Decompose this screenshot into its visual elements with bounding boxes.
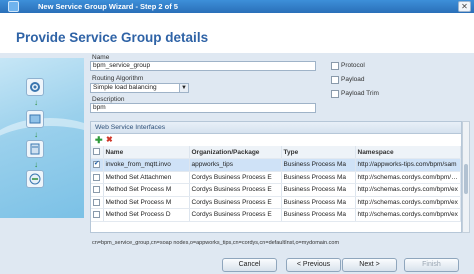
- payload-label: Payload: [341, 76, 365, 83]
- row-select-cell[interactable]: [91, 171, 104, 184]
- arrow-down-icon: ↓: [34, 130, 38, 139]
- gear-node-icon: [26, 78, 44, 96]
- row-checkbox[interactable]: [93, 198, 100, 206]
- row-type: Business Process Ma: [281, 208, 356, 222]
- arrow-down-icon: ↓: [34, 160, 38, 169]
- payload-checkbox[interactable]: [331, 76, 339, 84]
- row-namespace: http://schemas.cordys.com/bpm/ex: [355, 183, 461, 197]
- row-namespace: http://schemas.cordys.com/bpm/att: [355, 171, 461, 184]
- panel-toolbar: ✚ ✖: [91, 134, 461, 146]
- cancel-button[interactable]: Cancel: [222, 258, 277, 272]
- description-field[interactable]: bpm: [90, 103, 316, 113]
- row-name: Method Set Attachmen: [103, 171, 190, 184]
- row-org: appworks_tips: [189, 158, 282, 172]
- row-name: Method Set Process M: [103, 196, 190, 209]
- routing-select[interactable]: Simple load balancing ▼: [90, 83, 189, 93]
- window-title: New Service Group Wizard - Step 2 of 5: [38, 2, 178, 11]
- column-header-type[interactable]: Type: [281, 146, 356, 159]
- table-header-row: Name Organization/Package Type Namespace: [91, 146, 461, 159]
- row-namespace: http://appworks-tips.com/bpm/sam: [355, 158, 461, 172]
- row-checkbox[interactable]: [93, 211, 100, 219]
- row-type: Business Process Ma: [281, 183, 356, 197]
- routing-label: Routing Algorithm: [92, 75, 144, 82]
- next-button[interactable]: Next >: [342, 258, 397, 272]
- row-checkbox[interactable]: [93, 159, 100, 169]
- page-title: Provide Service Group details: [16, 30, 209, 45]
- description-label: Description: [92, 96, 125, 103]
- payload-trim-label: Payload Trim: [341, 90, 379, 97]
- protocol-label: Protocol: [341, 62, 365, 69]
- server-node-icon: [26, 140, 44, 158]
- routing-value: Simple load balancing: [93, 84, 157, 91]
- select-all-cell[interactable]: [91, 146, 104, 159]
- page-header: Provide Service Group details: [0, 13, 474, 53]
- title-bar: New Service Group Wizard - Step 2 of 5 ✕: [0, 0, 474, 13]
- row-select-cell[interactable]: [91, 183, 104, 197]
- row-name: invoke_from_mqtt.invo: [103, 158, 190, 172]
- table-row[interactable]: invoke_from_mqtt.invo appworks_tips Busi…: [91, 158, 461, 172]
- close-icon[interactable]: ✕: [458, 1, 471, 12]
- row-select-cell[interactable]: [91, 208, 104, 222]
- table-row[interactable]: Method Set Process M Cordys Business Pro…: [91, 183, 461, 197]
- row-namespace: http://schemas.cordys.com/bpm/ex: [355, 196, 461, 209]
- row-org: Cordys Business Process E: [189, 208, 282, 222]
- finish-button[interactable]: Finish: [404, 258, 459, 272]
- app-logo-icon: [8, 1, 19, 12]
- add-icon[interactable]: ✚: [95, 135, 103, 146]
- chevron-down-icon[interactable]: ▼: [179, 84, 188, 92]
- previous-button[interactable]: < Previous: [286, 258, 341, 272]
- table-row[interactable]: Method Set Process D Cordys Business Pro…: [91, 208, 461, 222]
- row-name: Method Set Process M: [103, 183, 190, 197]
- name-field[interactable]: bpm_service_group: [90, 61, 316, 71]
- connector-node-icon: [26, 170, 44, 188]
- column-header-namespace[interactable]: Namespace: [355, 146, 461, 159]
- table-row[interactable]: Method Set Process M Cordys Business Pro…: [91, 196, 461, 209]
- row-select-cell[interactable]: [91, 158, 104, 172]
- row-checkbox[interactable]: [93, 186, 100, 194]
- delete-icon[interactable]: ✖: [106, 135, 113, 144]
- row-checkbox[interactable]: [93, 173, 100, 181]
- name-label: Name: [92, 54, 110, 61]
- arrow-down-icon: ↓: [34, 98, 38, 107]
- select-all-checkbox[interactable]: [93, 148, 100, 156]
- web-service-interfaces-panel: Web Service Interfaces ✚ ✖ Name Organiza…: [90, 121, 462, 233]
- vertical-scrollbar[interactable]: [462, 121, 470, 233]
- row-org: Cordys Business Process E: [189, 183, 282, 197]
- row-org: Cordys Business Process E: [189, 171, 282, 184]
- wizard-side-illustration: ↓ ↓ ↓: [0, 58, 84, 218]
- table-row[interactable]: Method Set Attachmen Cordys Business Pro…: [91, 171, 461, 184]
- column-header-name[interactable]: Name: [103, 146, 190, 159]
- column-header-organization[interactable]: Organization/Package: [189, 146, 282, 159]
- protocol-checkbox[interactable]: [331, 62, 339, 70]
- row-select-cell[interactable]: [91, 196, 104, 209]
- row-name: Method Set Process D: [103, 208, 190, 222]
- payload-trim-checkbox[interactable]: [331, 90, 339, 98]
- interfaces-table: Name Organization/Package Type Namespace…: [91, 146, 461, 222]
- service-node-icon: [26, 110, 44, 128]
- row-org: Cordys Business Process E: [189, 196, 282, 209]
- row-type: Business Process Ma: [281, 158, 356, 172]
- row-type: Business Process Ma: [281, 196, 356, 209]
- row-type: Business Process Ma: [281, 171, 356, 184]
- row-namespace: http://schemas.cordys.com/bpm/ex: [355, 208, 461, 222]
- scrollbar-thumb[interactable]: [464, 164, 468, 194]
- distinguished-name-text: cn=bpm_service_group,cn=soap nodes,o=app…: [92, 240, 340, 246]
- panel-header: Web Service Interfaces: [91, 122, 461, 134]
